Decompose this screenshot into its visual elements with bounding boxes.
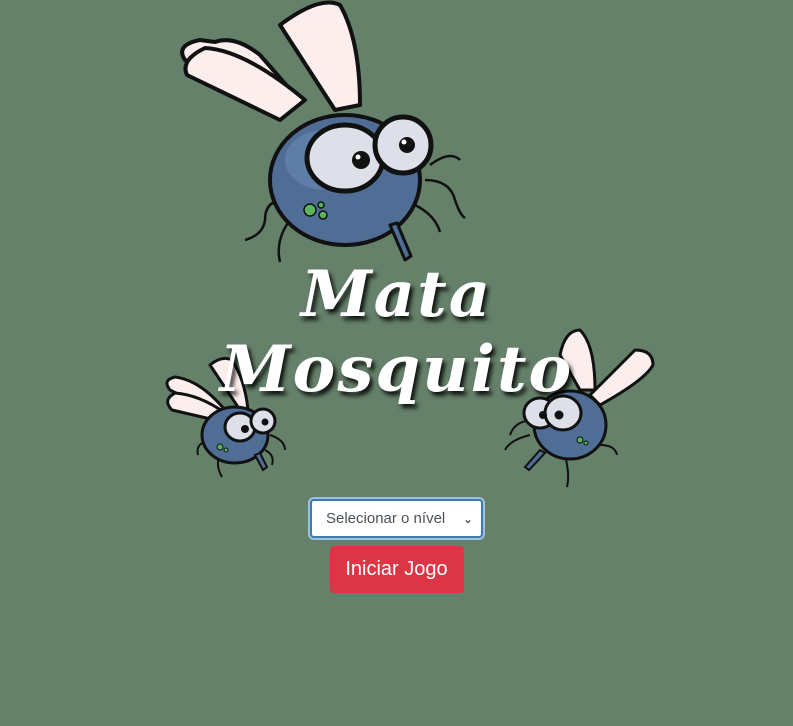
chevron-down-icon: ⌄ — [462, 511, 473, 526]
level-select-value: Selecionar o nível — [326, 510, 446, 527]
game-controls: Selecionar o nível ⌄ Iniciar Jogo — [0, 499, 793, 593]
game-title-line-2: Mosquito — [219, 332, 574, 407]
game-title-line-1: Mata — [300, 257, 493, 332]
start-game-button[interactable]: Iniciar Jogo — [329, 546, 464, 593]
level-select[interactable]: Selecionar o nível ⌄ — [310, 499, 483, 538]
mosquito-illustration-large — [180, 0, 466, 263]
